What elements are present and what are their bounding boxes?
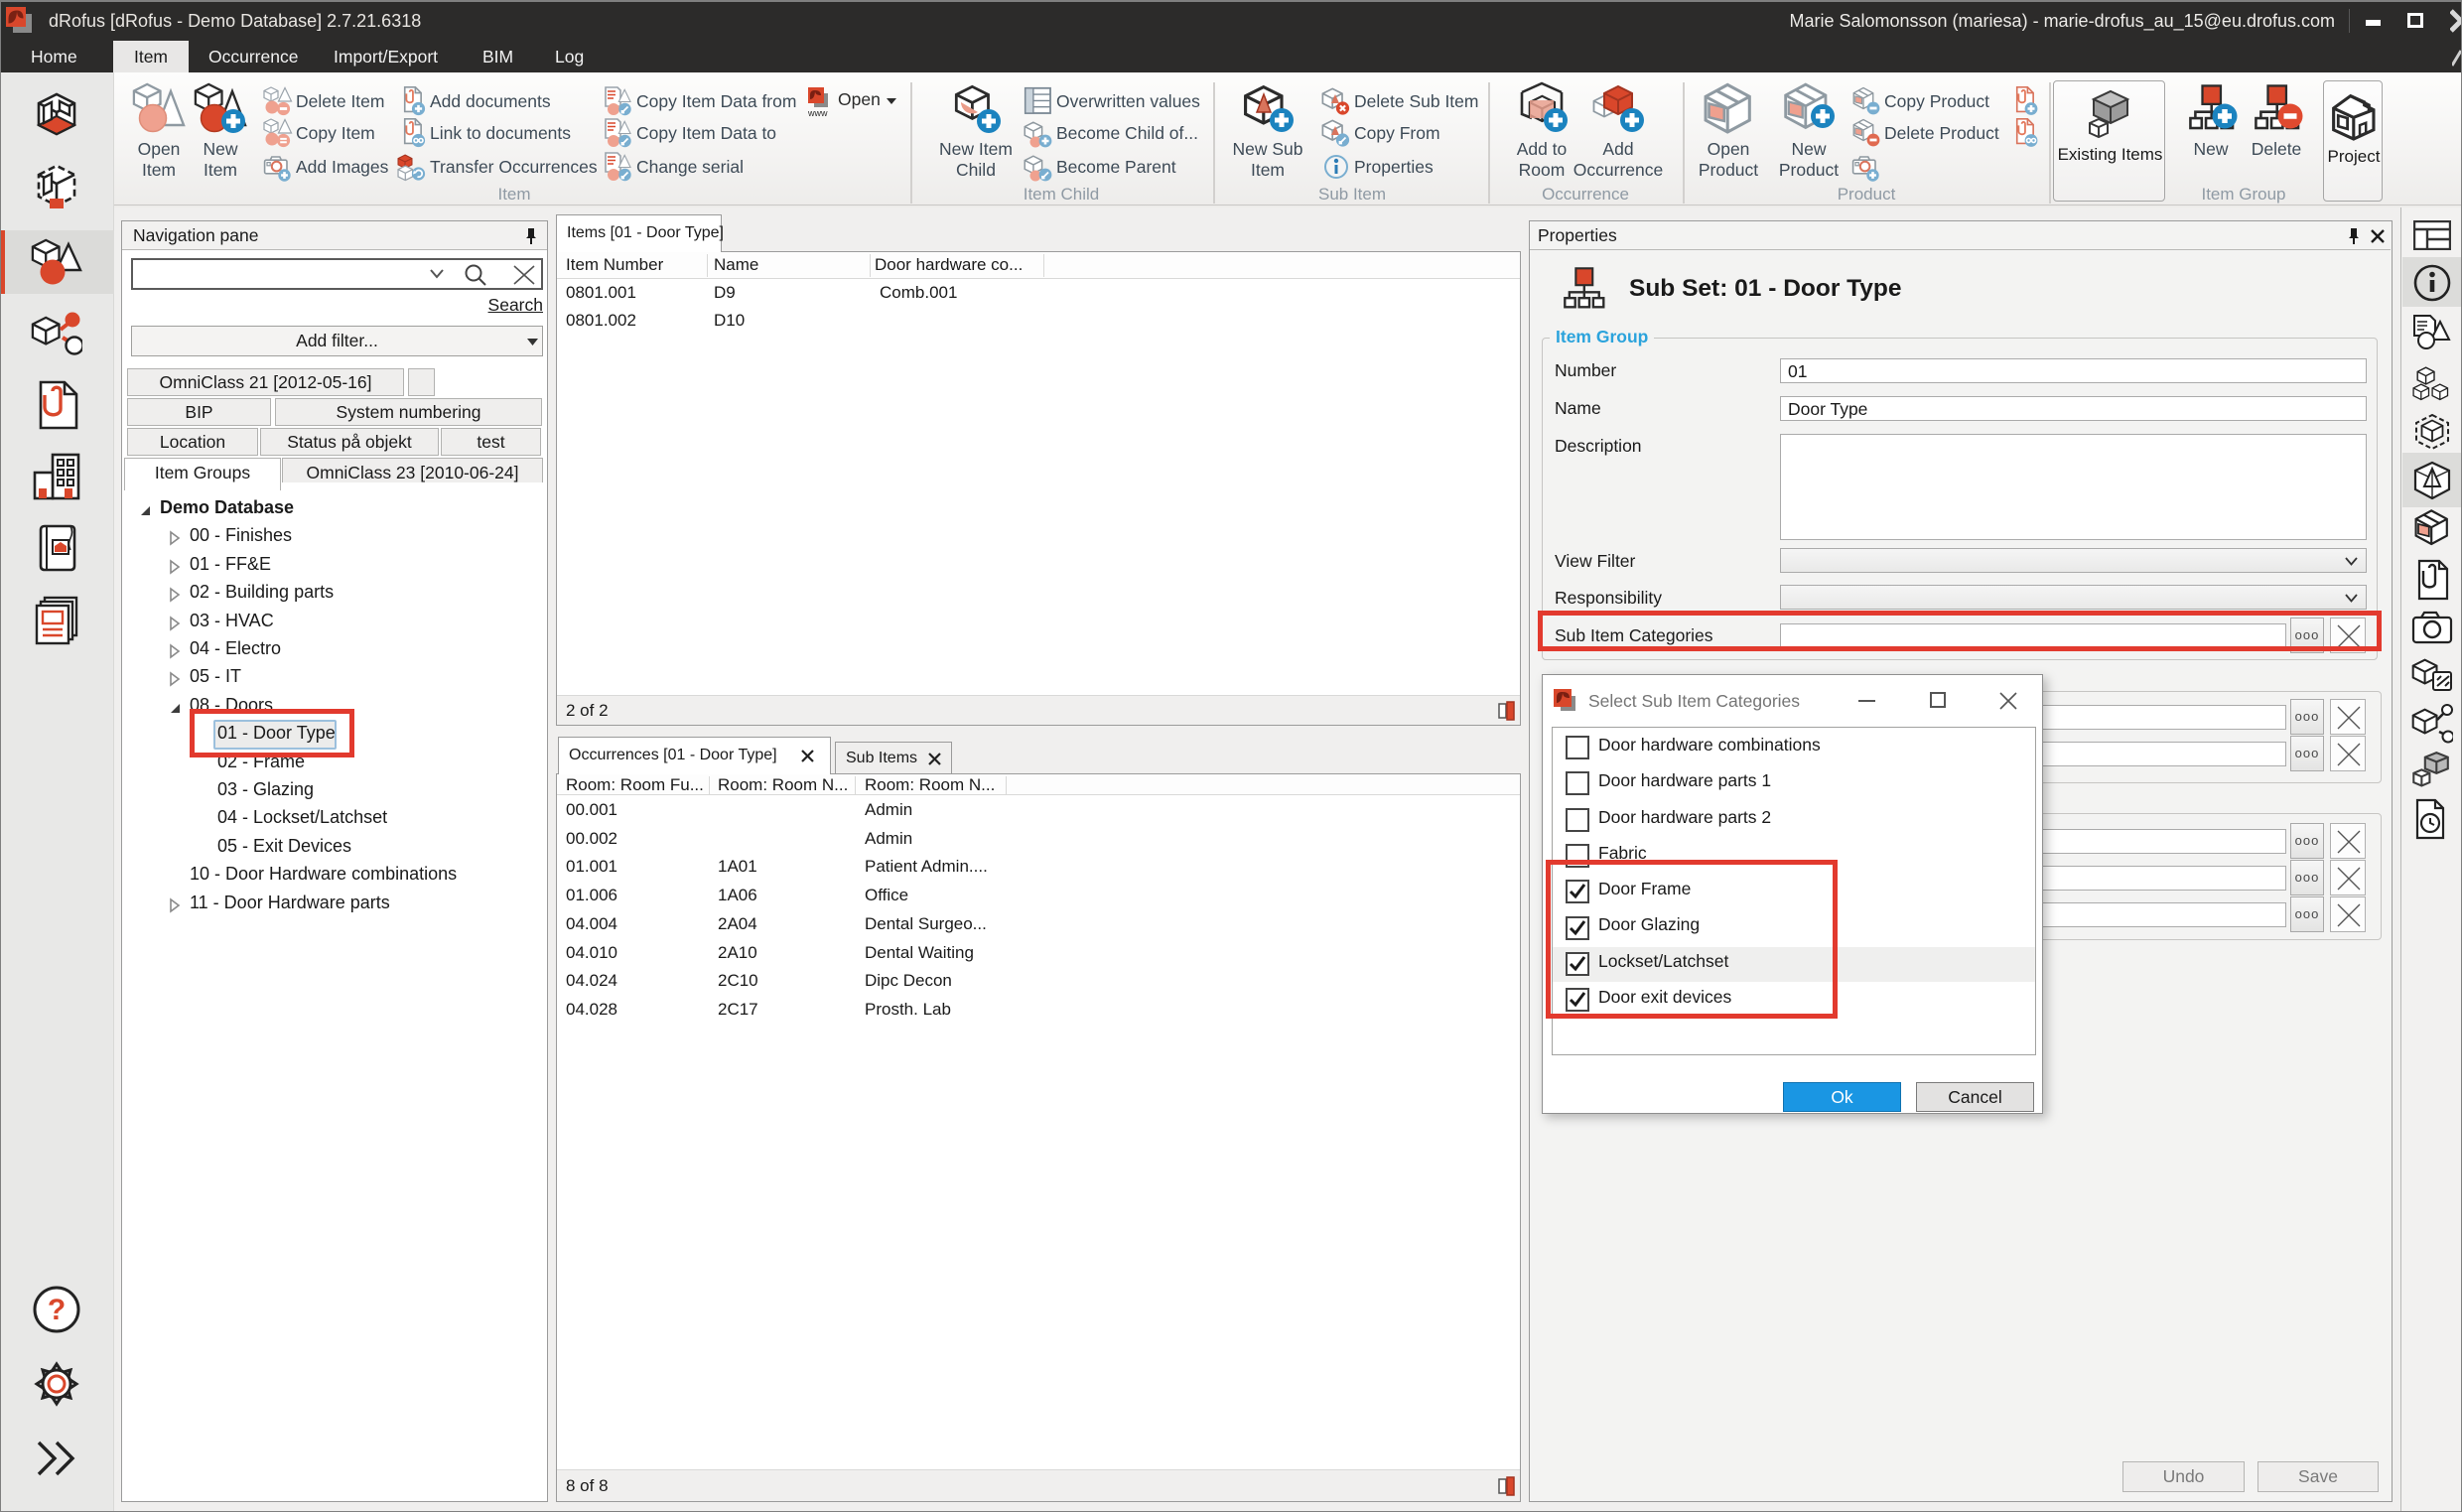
- svg-text:www: www: [807, 108, 828, 117]
- svg-text:?: ?: [48, 1294, 66, 1326]
